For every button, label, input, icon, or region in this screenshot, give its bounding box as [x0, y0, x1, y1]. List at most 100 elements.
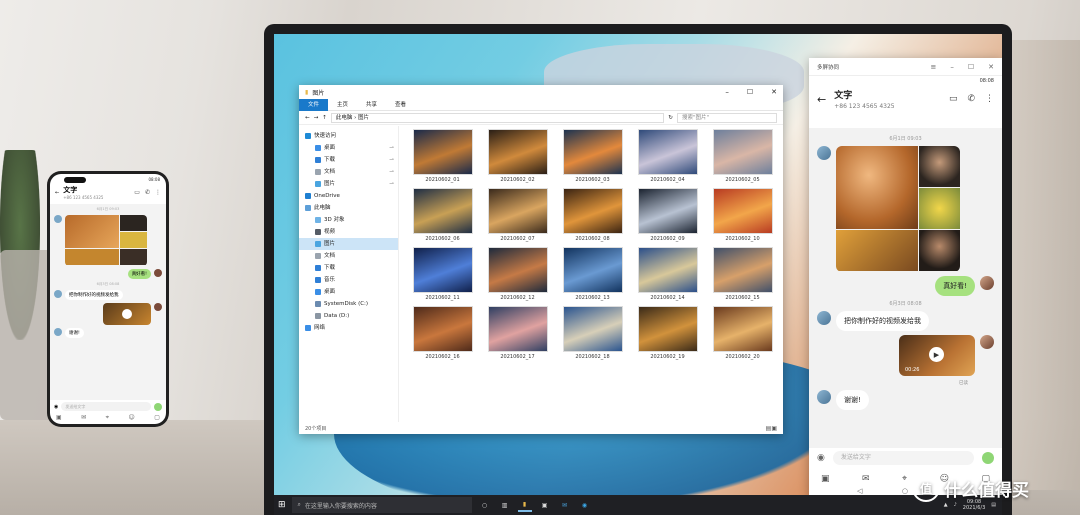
- nav-back-icon[interactable]: ◁: [857, 487, 862, 495]
- photo-grid-message[interactable]: [836, 146, 960, 272]
- send-button[interactable]: [982, 452, 994, 464]
- image-file-item[interactable]: 20210602_14: [630, 247, 705, 301]
- menu-icon[interactable]: ≡: [930, 63, 936, 71]
- phone-photo-grid[interactable]: [65, 215, 147, 266]
- photo-thumb[interactable]: [836, 146, 918, 229]
- minimize-button[interactable]: –: [725, 88, 729, 96]
- close-button[interactable]: ✕: [771, 88, 777, 96]
- maximize-button[interactable]: ☐: [968, 63, 974, 71]
- image-file-item[interactable]: 20210602_09: [630, 188, 705, 242]
- photo-thumb[interactable]: [919, 230, 960, 271]
- ribbon-tab-file[interactable]: 文件: [299, 98, 329, 111]
- pin-icon[interactable]: ⊸: [389, 166, 394, 178]
- image-file-item[interactable]: 20210602_10: [705, 188, 780, 242]
- phone-mail-icon[interactable]: ✉: [81, 414, 86, 422]
- image-thumbnail[interactable]: [712, 306, 773, 352]
- sidebar-item[interactable]: Data (D:): [299, 310, 398, 322]
- forward-icon[interactable]: →: [314, 115, 319, 121]
- image-file-item[interactable]: 20210602_19: [630, 306, 705, 360]
- sidebar-item[interactable]: 文档: [299, 250, 398, 262]
- image-file-item[interactable]: 20210602_13: [555, 247, 630, 301]
- minimize-button[interactable]: –: [950, 63, 954, 71]
- phone-image-icon[interactable]: ▣: [56, 414, 62, 422]
- image-thumbnail[interactable]: [637, 188, 698, 234]
- back-icon[interactable]: ←: [305, 115, 310, 121]
- explorer-search-input[interactable]: 搜索"图片": [677, 112, 777, 123]
- volume-tray-icon[interactable]: ♪: [954, 502, 957, 508]
- image-thumbnail[interactable]: [487, 129, 548, 175]
- view-toggle-icon[interactable]: ▤▣: [766, 425, 777, 432]
- sidebar-item[interactable]: 图片: [299, 238, 398, 250]
- phone-video-call-icon[interactable]: ▭: [134, 189, 140, 196]
- image-file-item[interactable]: 20210602_12: [480, 247, 555, 301]
- image-thumbnail[interactable]: [487, 188, 548, 234]
- image-file-item[interactable]: 20210602_07: [480, 188, 555, 242]
- contact-avatar[interactable]: [817, 311, 831, 325]
- image-thumbnail[interactable]: [562, 247, 623, 293]
- pin-icon[interactable]: ⊸: [389, 154, 394, 166]
- sidebar-item[interactable]: 此电脑: [299, 202, 398, 214]
- image-file-item[interactable]: 20210602_05: [705, 129, 780, 183]
- maximize-button[interactable]: ☐: [747, 88, 753, 96]
- pin-icon[interactable]: ⊸: [389, 178, 394, 190]
- self-avatar[interactable]: [980, 276, 994, 290]
- sidebar-item[interactable]: 图片 ⊸: [299, 178, 398, 190]
- image-file-item[interactable]: 20210602_03: [555, 129, 630, 183]
- pin-icon[interactable]: ⊸: [389, 142, 394, 154]
- sidebar-item[interactable]: 网络: [299, 322, 398, 334]
- message-input[interactable]: 发送给文字: [832, 451, 974, 465]
- self-avatar[interactable]: [980, 335, 994, 349]
- image-thumbnail[interactable]: [562, 306, 623, 352]
- image-file-item[interactable]: 20210602_16: [405, 306, 480, 360]
- file-explorer-taskbar-icon[interactable]: ▮: [517, 498, 532, 512]
- phone-send-button[interactable]: [154, 402, 162, 411]
- address-root[interactable]: 此电脑: [336, 115, 353, 121]
- voice-icon[interactable]: ◉: [817, 453, 825, 463]
- image-file-item[interactable]: 20210602_17: [480, 306, 555, 360]
- mail-icon[interactable]: ✉: [862, 474, 870, 484]
- phone-emoji-icon[interactable]: ☺: [129, 414, 135, 422]
- image-icon[interactable]: ▣: [821, 474, 830, 484]
- image-file-item[interactable]: 20210602_02: [480, 129, 555, 183]
- sidebar-item[interactable]: 视频: [299, 226, 398, 238]
- image-thumbnail[interactable]: [412, 188, 473, 234]
- taskbar-search[interactable]: ⌕ 在这里输入你要搜索的内容: [291, 497, 472, 513]
- image-thumbnail[interactable]: [637, 306, 698, 352]
- edge-icon[interactable]: ◉: [578, 498, 592, 512]
- image-thumbnail[interactable]: [412, 247, 473, 293]
- sidebar-item[interactable]: 桌面 ⊸: [299, 142, 398, 154]
- phone-call-icon[interactable]: ✆: [145, 189, 150, 196]
- image-thumbnail[interactable]: [637, 129, 698, 175]
- image-file-item[interactable]: 20210602_08: [555, 188, 630, 242]
- phone-folder-icon[interactable]: ▢: [154, 414, 160, 422]
- image-thumbnail[interactable]: [487, 306, 548, 352]
- mail-taskbar-icon[interactable]: ✉: [558, 498, 572, 512]
- image-file-item[interactable]: 20210602_18: [555, 306, 630, 360]
- store-icon[interactable]: ▣: [538, 498, 552, 512]
- phone-back-icon[interactable]: ←: [55, 190, 59, 196]
- up-icon[interactable]: ↑: [322, 115, 327, 121]
- video-message[interactable]: ▶ 00:26: [899, 335, 975, 376]
- image-thumbnail[interactable]: [712, 247, 773, 293]
- windows-start-icon[interactable]: ⊞: [278, 500, 286, 510]
- contact-avatar[interactable]: [817, 390, 831, 404]
- photo-thumb[interactable]: [919, 188, 960, 229]
- image-file-item[interactable]: 20210602_11: [405, 247, 480, 301]
- ribbon-tab-view[interactable]: 查看: [386, 99, 415, 111]
- location-icon[interactable]: ⌖: [902, 474, 907, 484]
- ribbon-tab-share[interactable]: 共享: [357, 99, 386, 111]
- sidebar-item[interactable]: 文档 ⊸: [299, 166, 398, 178]
- phone-video-message[interactable]: [103, 303, 151, 325]
- network-tray-icon[interactable]: ▲: [944, 502, 948, 508]
- image-thumbnail[interactable]: [712, 188, 773, 234]
- photo-thumb[interactable]: [919, 146, 960, 187]
- cortana-icon[interactable]: ○: [478, 498, 492, 512]
- nav-home-icon[interactable]: ○: [902, 487, 908, 495]
- sidebar-item[interactable]: OneDrive: [299, 190, 398, 202]
- image-thumbnail[interactable]: [712, 129, 773, 175]
- video-call-icon[interactable]: ▭: [949, 94, 958, 104]
- image-thumbnail[interactable]: [562, 129, 623, 175]
- image-file-item[interactable]: 20210602_04: [630, 129, 705, 183]
- close-button[interactable]: ✕: [988, 63, 994, 71]
- image-thumbnail[interactable]: [412, 129, 473, 175]
